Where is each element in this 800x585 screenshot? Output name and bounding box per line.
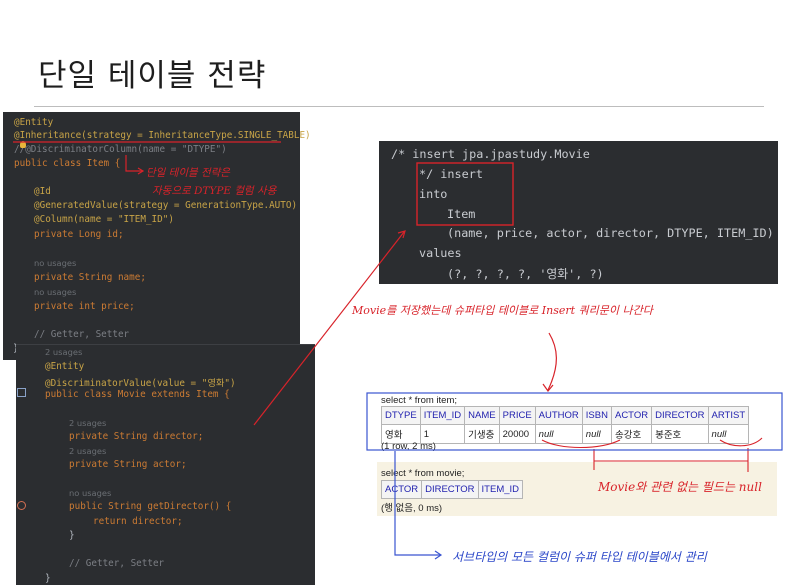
movie-to-sql-arrow (253, 231, 405, 426)
insert-highlight-box (416, 162, 514, 226)
artist-null-curve (719, 437, 763, 447)
annotation-overlay (13, 141, 783, 560)
null-group-curve (541, 439, 621, 449)
insert-to-result-arrow (547, 332, 557, 391)
supertype-arrow (394, 451, 440, 556)
item-table-highlight (366, 392, 783, 451)
